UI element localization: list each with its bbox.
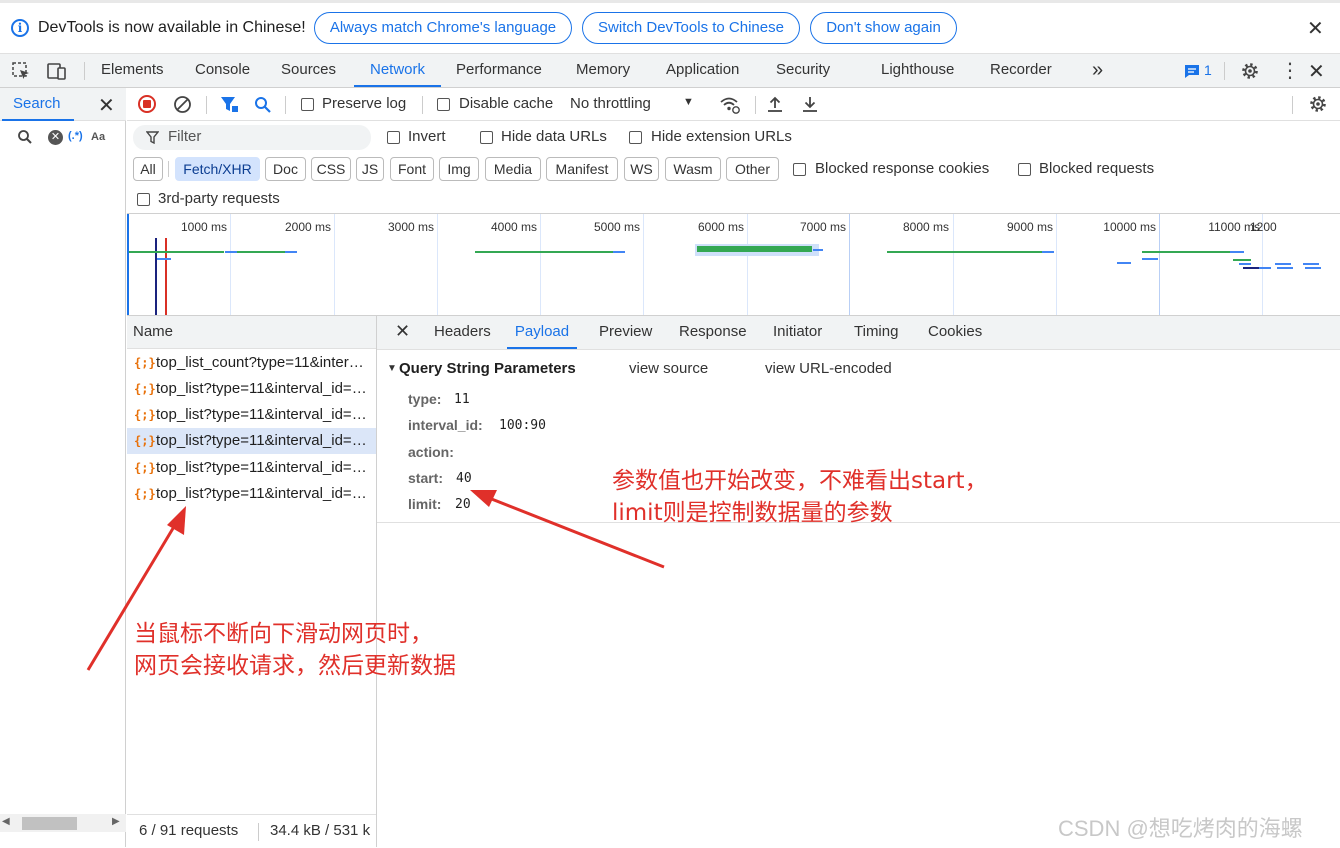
annotation-right-line1: 参数值也开始改变，不难看出start， bbox=[612, 468, 988, 494]
annotation-right-line2: limit则是控制数据量的参数 bbox=[612, 500, 893, 526]
watermark: CSDN @想吃烤肉的海螺 bbox=[1058, 816, 1303, 841]
annotation-left-line2: 网页会接收请求，然后更新数据 bbox=[134, 653, 456, 679]
annotation-arrows bbox=[86, 490, 665, 671]
annotation-left-line1: 当鼠标不断向下滑动网页时， bbox=[134, 621, 433, 647]
